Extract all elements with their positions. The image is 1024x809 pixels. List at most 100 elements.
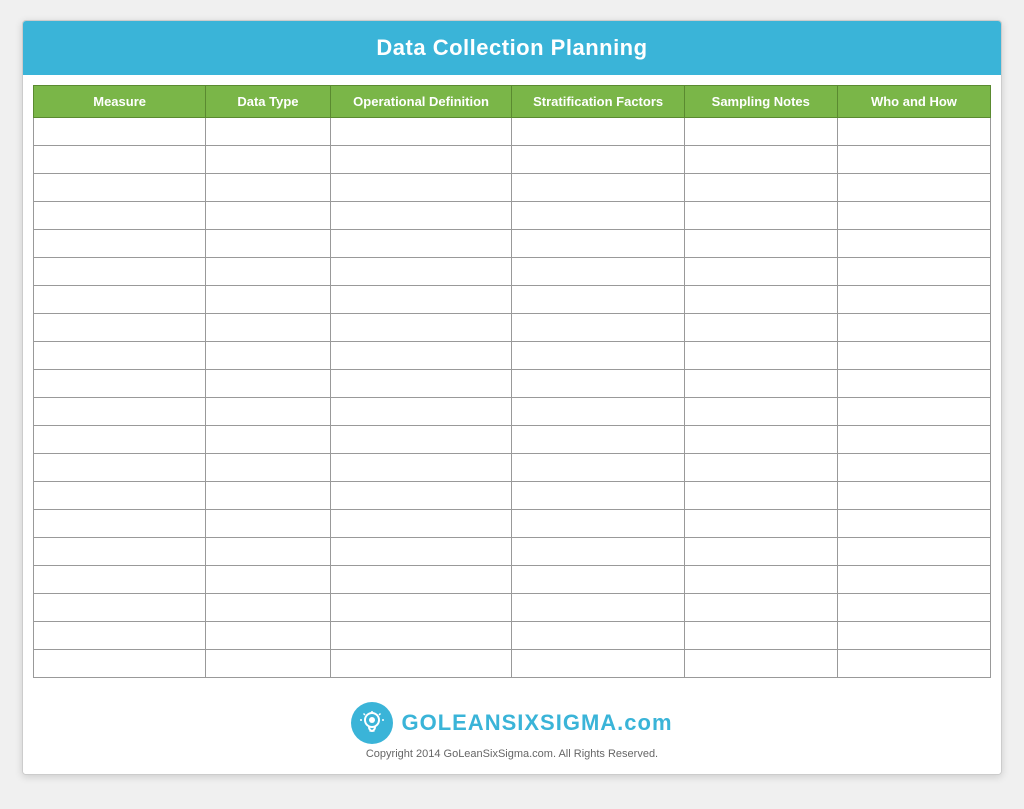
table-cell[interactable]	[512, 510, 684, 538]
table-cell[interactable]	[512, 202, 684, 230]
table-cell[interactable]	[206, 594, 330, 622]
table-cell[interactable]	[837, 538, 990, 566]
table-cell[interactable]	[330, 622, 512, 650]
table-cell[interactable]	[34, 566, 206, 594]
table-cell[interactable]	[330, 454, 512, 482]
table-cell[interactable]	[330, 230, 512, 258]
table-cell[interactable]	[330, 426, 512, 454]
table-cell[interactable]	[512, 258, 684, 286]
table-cell[interactable]	[206, 174, 330, 202]
table-cell[interactable]	[684, 286, 837, 314]
table-cell[interactable]	[837, 594, 990, 622]
table-cell[interactable]	[837, 566, 990, 594]
table-cell[interactable]	[34, 370, 206, 398]
table-cell[interactable]	[684, 342, 837, 370]
table-cell[interactable]	[206, 622, 330, 650]
table-cell[interactable]	[330, 510, 512, 538]
table-cell[interactable]	[206, 510, 330, 538]
table-cell[interactable]	[206, 566, 330, 594]
table-cell[interactable]	[684, 146, 837, 174]
table-cell[interactable]	[512, 286, 684, 314]
table-cell[interactable]	[837, 202, 990, 230]
table-cell[interactable]	[330, 342, 512, 370]
table-cell[interactable]	[684, 118, 837, 146]
table-cell[interactable]	[684, 202, 837, 230]
table-cell[interactable]	[206, 538, 330, 566]
table-cell[interactable]	[684, 398, 837, 426]
table-cell[interactable]	[330, 146, 512, 174]
table-cell[interactable]	[684, 258, 837, 286]
table-cell[interactable]	[512, 314, 684, 342]
table-cell[interactable]	[34, 314, 206, 342]
table-cell[interactable]	[206, 426, 330, 454]
table-cell[interactable]	[206, 314, 330, 342]
table-cell[interactable]	[684, 230, 837, 258]
table-cell[interactable]	[837, 286, 990, 314]
table-cell[interactable]	[206, 342, 330, 370]
table-cell[interactable]	[512, 426, 684, 454]
table-cell[interactable]	[512, 594, 684, 622]
table-cell[interactable]	[206, 286, 330, 314]
table-cell[interactable]	[206, 650, 330, 678]
table-cell[interactable]	[837, 146, 990, 174]
table-cell[interactable]	[837, 482, 990, 510]
table-cell[interactable]	[512, 118, 684, 146]
table-cell[interactable]	[206, 230, 330, 258]
table-cell[interactable]	[512, 482, 684, 510]
table-cell[interactable]	[512, 342, 684, 370]
table-cell[interactable]	[512, 566, 684, 594]
table-cell[interactable]	[34, 230, 206, 258]
table-cell[interactable]	[330, 482, 512, 510]
table-cell[interactable]	[34, 426, 206, 454]
table-cell[interactable]	[837, 258, 990, 286]
table-cell[interactable]	[512, 650, 684, 678]
table-cell[interactable]	[330, 314, 512, 342]
table-cell[interactable]	[512, 370, 684, 398]
table-cell[interactable]	[684, 426, 837, 454]
table-cell[interactable]	[512, 538, 684, 566]
table-cell[interactable]	[34, 510, 206, 538]
table-cell[interactable]	[34, 398, 206, 426]
table-cell[interactable]	[34, 454, 206, 482]
table-cell[interactable]	[837, 426, 990, 454]
table-cell[interactable]	[837, 174, 990, 202]
table-cell[interactable]	[34, 174, 206, 202]
table-cell[interactable]	[330, 286, 512, 314]
table-cell[interactable]	[206, 454, 330, 482]
table-cell[interactable]	[330, 174, 512, 202]
table-cell[interactable]	[206, 398, 330, 426]
table-cell[interactable]	[34, 482, 206, 510]
table-cell[interactable]	[34, 202, 206, 230]
table-cell[interactable]	[330, 398, 512, 426]
table-cell[interactable]	[34, 146, 206, 174]
table-cell[interactable]	[206, 146, 330, 174]
table-cell[interactable]	[330, 370, 512, 398]
table-cell[interactable]	[684, 482, 837, 510]
table-cell[interactable]	[837, 454, 990, 482]
table-cell[interactable]	[684, 314, 837, 342]
table-cell[interactable]	[837, 398, 990, 426]
table-cell[interactable]	[206, 202, 330, 230]
table-cell[interactable]	[512, 454, 684, 482]
table-cell[interactable]	[684, 370, 837, 398]
table-cell[interactable]	[34, 258, 206, 286]
table-cell[interactable]	[684, 510, 837, 538]
table-cell[interactable]	[512, 622, 684, 650]
table-cell[interactable]	[837, 650, 990, 678]
table-cell[interactable]	[330, 118, 512, 146]
table-cell[interactable]	[837, 622, 990, 650]
table-cell[interactable]	[34, 118, 206, 146]
table-cell[interactable]	[206, 370, 330, 398]
table-cell[interactable]	[837, 118, 990, 146]
table-cell[interactable]	[34, 594, 206, 622]
table-cell[interactable]	[206, 118, 330, 146]
table-cell[interactable]	[206, 482, 330, 510]
table-cell[interactable]	[684, 622, 837, 650]
table-cell[interactable]	[34, 286, 206, 314]
table-cell[interactable]	[330, 538, 512, 566]
table-cell[interactable]	[684, 566, 837, 594]
table-cell[interactable]	[34, 342, 206, 370]
table-cell[interactable]	[684, 174, 837, 202]
table-cell[interactable]	[837, 510, 990, 538]
table-cell[interactable]	[34, 622, 206, 650]
